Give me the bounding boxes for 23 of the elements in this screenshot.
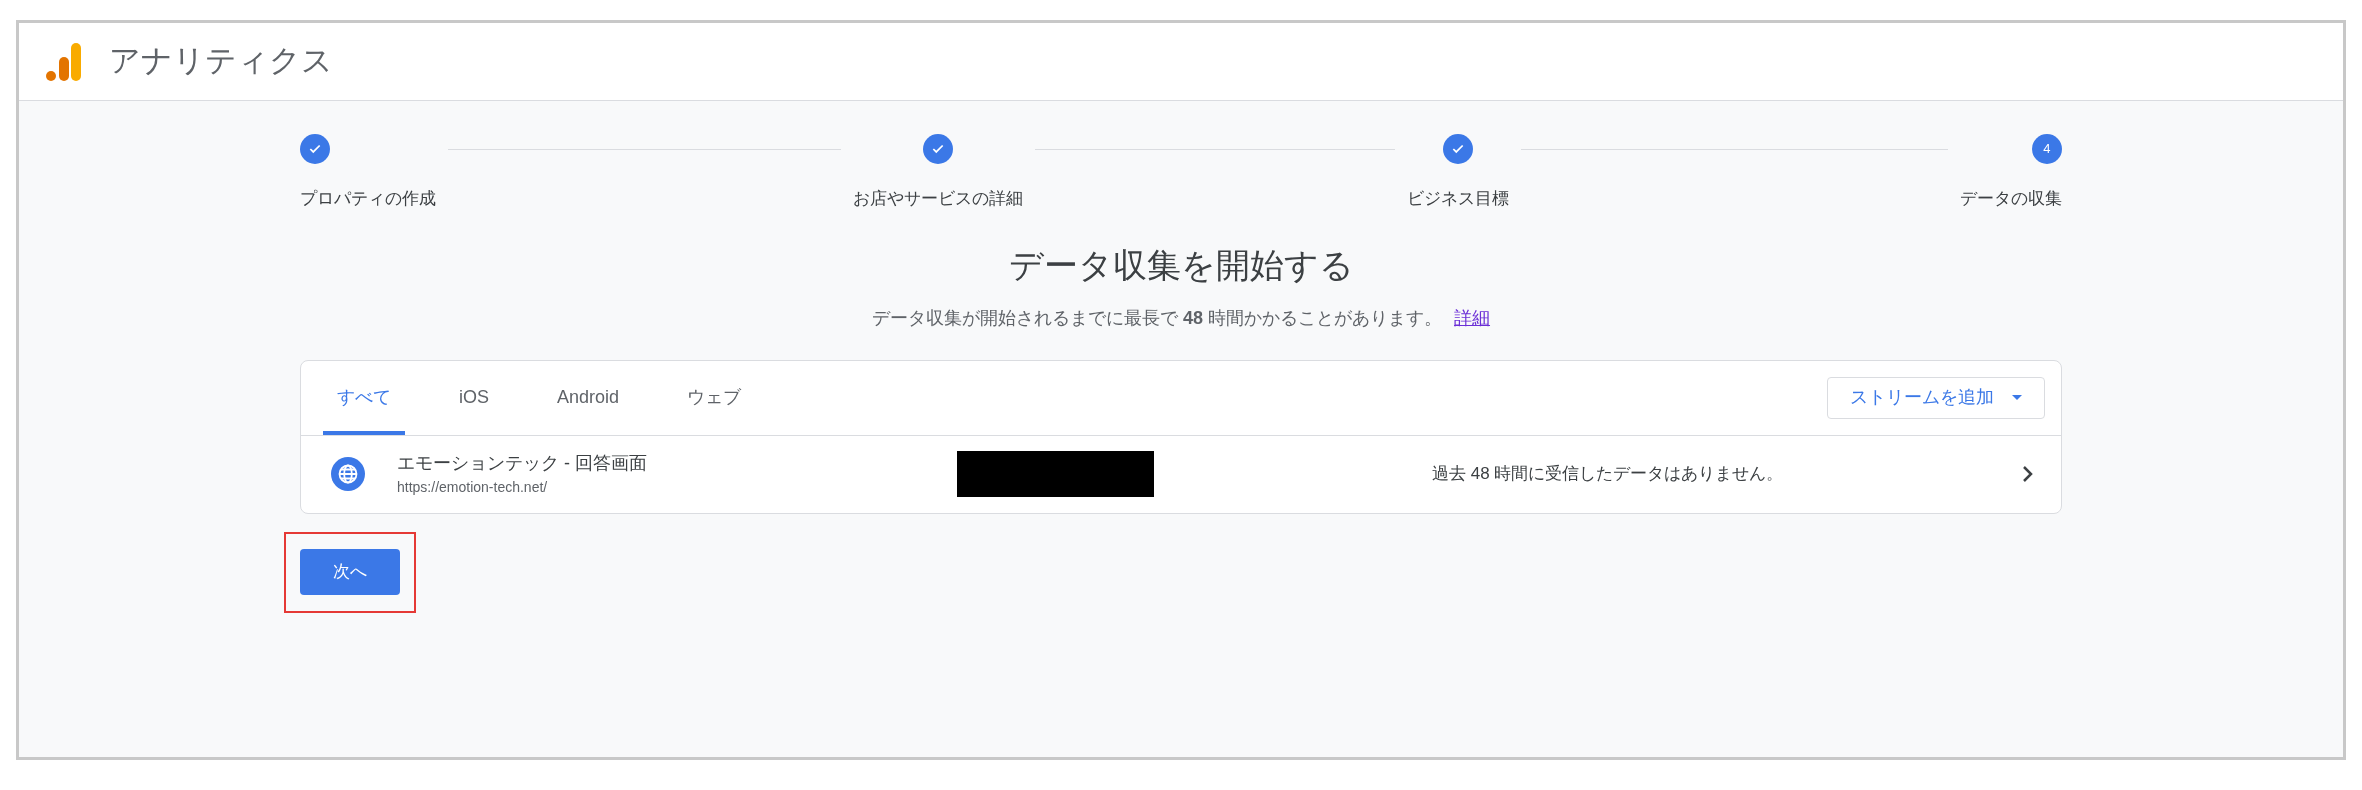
page-heading: データ収集を開始する: [1008, 244, 1354, 286]
stream-tab[interactable]: Android: [543, 360, 634, 435]
app-title: アナリティクス: [109, 42, 333, 81]
subtitle-text: データ収集が開始されるまでに最長で 48 時間かかることがあります。: [871, 306, 1443, 330]
stream-tab[interactable]: ウェブ: [673, 360, 756, 435]
step-label: ビジネス目標: [1406, 188, 1509, 210]
stream-status: 過去 48 時間に受信したデータはありません。: [1432, 463, 1784, 486]
chevron-right-icon: [2022, 465, 2033, 483]
stream-url: https://emotion-tech.net/: [397, 478, 549, 497]
next-button[interactable]: 次へ: [300, 549, 400, 595]
stream-tab[interactable]: すべて: [323, 360, 405, 435]
add-stream-button[interactable]: ストリームを追加: [1827, 376, 2045, 419]
caret-icon: [2012, 394, 2022, 401]
stream-row[interactable]: エモーションテック - 回答画面 https://emotion-tech.net/ 過去 48 時間に受信したデータはありません。: [301, 435, 2061, 513]
step-label: お店やサービスの詳細: [853, 188, 1024, 210]
globe-icon: [331, 457, 365, 491]
stream-name: エモーションテック - 回答画面: [397, 452, 648, 475]
step-number: 4: [2032, 134, 2062, 164]
step-label: データの収集: [1960, 188, 2062, 210]
bar-chart-logo-icon: [45, 41, 81, 82]
step-label: プロパティの作成: [300, 188, 436, 210]
stream-tab[interactable]: iOS: [445, 360, 503, 435]
details-link[interactable]: 詳細: [1454, 304, 1491, 332]
